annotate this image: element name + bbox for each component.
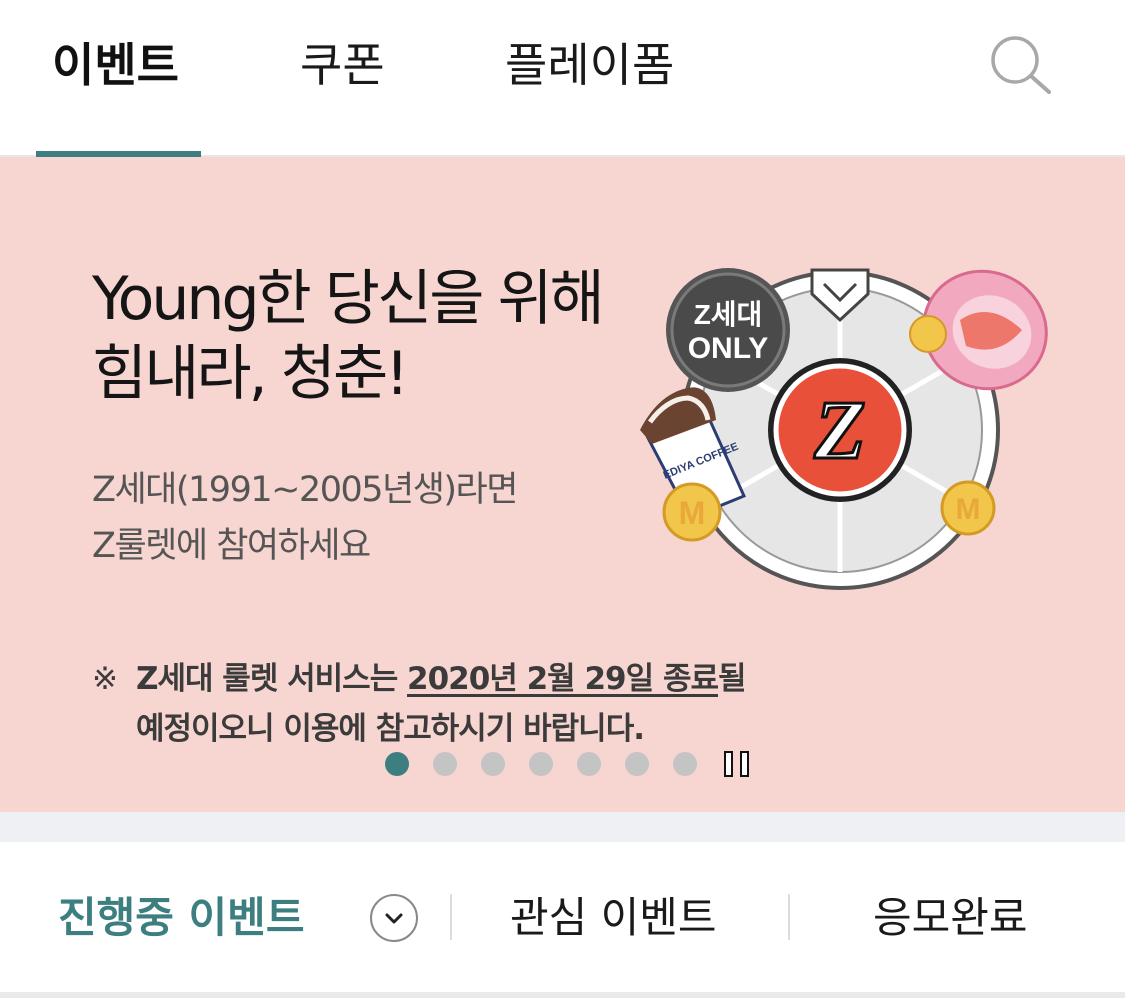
tab-event[interactable]: 이벤트 [52,34,179,96]
coin-top [909,315,947,353]
search-icon [991,36,1051,94]
notice-line2: 예정이오니 이용에 참고하시기 바랍니다. [136,711,645,747]
coin-left: M [662,482,722,542]
badge-line2: ONLY [688,332,769,365]
event-banner[interactable]: Young한 당신을 위해 힘내라, 청춘! Z세대(1991~2005년생)라… [0,157,1125,812]
z-only-badge: Z세대 ONLY [666,268,790,392]
page-dot-4[interactable] [529,752,553,776]
search-button[interactable] [985,32,1057,98]
filter-dropdown-button[interactable] [370,894,418,942]
filter-interest-events[interactable]: 관심 이벤트 [510,890,717,946]
pause-icon-bar [740,751,749,777]
banner-headline-line2: 힘내라, 청춘! [92,339,409,409]
roulette-center-logo: Z [768,358,912,502]
page-dot-2[interactable] [433,752,457,776]
z-roulette-illustration: Z Z세대 ONLY EDIYA COFFEE M M [640,268,1048,590]
coin-right: M [940,480,996,536]
notice-end-date: 2020년 2월 29일 종료 [407,661,719,697]
center-letter: Z [813,384,865,477]
tab-platform[interactable]: 플레이폼 [505,34,674,96]
section-separator [0,812,1125,842]
badge-line1: Z세대 [694,299,763,330]
event-filter-bar: 진행중 이벤트 관심 이벤트 응모완료 [0,842,1125,992]
pause-icon [724,751,733,777]
pause-button[interactable] [724,751,754,779]
coin-right-letter: M [956,493,981,526]
filter-divider [450,894,452,940]
notice-suffix: 될 [717,661,747,697]
banner-subtitle: Z세대(1991~2005년생)라면 Z룰렛에 참여하세요 [92,462,518,574]
filter-divider [788,894,790,940]
bottom-divider [0,992,1125,998]
notice-mark: ※ [92,661,118,697]
notice-prefix: Z세대 룰렛 서비스는 [136,661,408,697]
page-dot-1[interactable] [385,752,409,776]
page-dot-5[interactable] [577,752,601,776]
filter-ongoing-events[interactable]: 진행중 이벤트 [58,890,304,946]
filter-applied-events[interactable]: 응모완료 [873,890,1028,946]
banner-headline: Young한 당신을 위해 힘내라, 청춘! [92,262,605,412]
page-dot-3[interactable] [481,752,505,776]
chevron-down-icon [385,913,403,924]
page-dot-6[interactable] [625,752,649,776]
banner-notice: ※ Z세대 룰렛 서비스는 2020년 2월 29일 종료될 예정이오니 이용에 … [92,654,746,754]
banner-subtitle-line2: Z룰렛에 참여하세요 [92,526,371,566]
coin-left-letter: M [679,495,706,531]
page-dot-7[interactable] [673,752,697,776]
banner-subtitle-line1: Z세대(1991~2005년생)라면 [92,470,518,510]
banner-headline-line1: Young한 당신을 위해 [92,264,605,334]
top-tab-bar: 이벤트 쿠폰 플레이폼 [0,0,1125,157]
tab-coupon[interactable]: 쿠폰 [300,34,385,96]
